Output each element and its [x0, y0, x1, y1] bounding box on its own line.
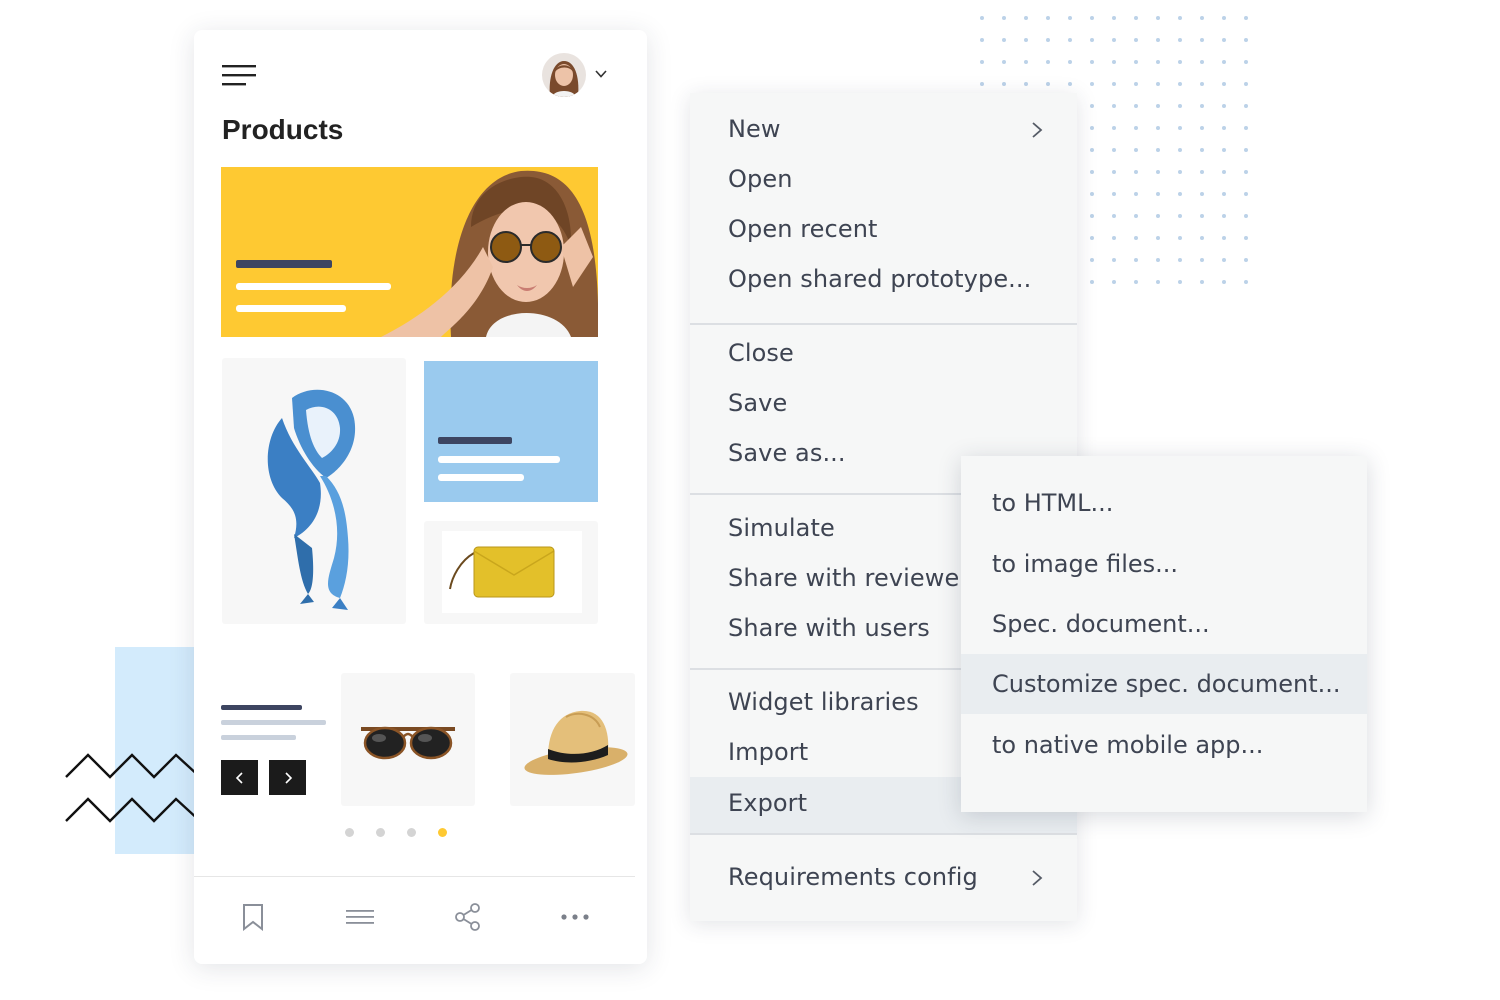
menu-item-label: Widget libraries	[728, 688, 919, 716]
user-avatar[interactable]	[542, 53, 586, 97]
chevron-left-icon	[235, 771, 243, 784]
menu-item-save[interactable]: Save	[690, 378, 1077, 428]
submenu-item-label: to image files...	[992, 550, 1179, 578]
hamburger-icon[interactable]	[222, 62, 258, 90]
promo-text-placeholder	[438, 437, 560, 481]
product-card-scarf[interactable]	[222, 358, 406, 624]
menu-item-label: Close	[728, 339, 794, 367]
hat-image	[524, 710, 628, 775]
submenu-item-to-image-files[interactable]: to image files...	[961, 534, 1367, 594]
bookmark-icon[interactable]	[238, 902, 268, 932]
carousel-next-button[interactable]	[269, 760, 306, 795]
menu-item-label: Requirements config	[728, 863, 978, 891]
submenu-item-label: Spec. document...	[992, 610, 1210, 638]
export-submenu: to HTML... to image files... Spec. docum…	[961, 456, 1367, 812]
menu-item-label: Save	[728, 389, 788, 417]
menu-item-label: Share with users	[728, 614, 930, 642]
menu-item-open-shared-prototype[interactable]: Open shared prototype...	[690, 254, 1077, 304]
carousel-prev-button[interactable]	[221, 760, 258, 795]
menu-item-open[interactable]: Open	[690, 154, 1077, 204]
scarf-image	[267, 389, 356, 610]
menu-divider	[690, 833, 1077, 835]
carousel-dot-3[interactable]	[407, 828, 416, 837]
menu-item-label: Open shared prototype...	[728, 265, 1032, 293]
chevron-right-icon	[1032, 122, 1043, 138]
clutch-bag-image	[449, 546, 555, 598]
submenu-item-label: to HTML...	[992, 489, 1114, 517]
menu-item-label: Import	[728, 738, 809, 766]
carousel-dot-4[interactable]	[438, 828, 447, 837]
carousel-text-placeholder	[221, 702, 331, 742]
menu-item-label: Open recent	[728, 215, 878, 243]
carousel-dot-2[interactable]	[376, 828, 385, 837]
chevron-right-icon	[284, 771, 292, 784]
zigzag-decoration	[65, 753, 201, 823]
bottom-nav-divider	[194, 876, 635, 877]
menu-item-label: Open	[728, 165, 793, 193]
submenu-item-label: to native mobile app...	[992, 731, 1264, 759]
carousel-dot-1[interactable]	[345, 828, 354, 837]
sunglasses-image	[361, 726, 455, 760]
menu-item-label: New	[728, 115, 781, 143]
hero-model-image	[236, 170, 598, 337]
submenu-item-customize-spec-document[interactable]: Customize spec. document...	[961, 654, 1367, 714]
menu-item-requirements-config[interactable]: Requirements config	[690, 852, 1077, 902]
menu-item-label: Share with reviewers	[728, 564, 982, 592]
submenu-item-label: Customize spec. document...	[992, 670, 1341, 698]
submenu-item-to-html[interactable]: to HTML...	[961, 473, 1367, 533]
hero-banner[interactable]	[221, 167, 598, 337]
menu-item-label: Export	[728, 789, 808, 817]
product-card-sunglasses[interactable]	[341, 673, 475, 806]
chevron-down-icon[interactable]	[594, 67, 608, 81]
submenu-item-spec-document[interactable]: Spec. document...	[961, 594, 1367, 654]
page-title: Products	[222, 114, 344, 145]
menu-item-open-recent[interactable]: Open recent	[690, 204, 1077, 254]
product-card-hat[interactable]	[510, 673, 635, 806]
menu-item-new[interactable]: New	[690, 104, 1077, 154]
user-menu[interactable]	[542, 53, 614, 99]
menu-item-close[interactable]: Close	[690, 328, 1077, 378]
share-icon[interactable]	[453, 902, 483, 932]
more-horizontal-icon[interactable]	[560, 902, 590, 932]
chevron-right-icon	[1032, 870, 1043, 886]
menu-item-label: Simulate	[728, 514, 835, 542]
menu-item-label: Save as...	[728, 439, 846, 467]
menu-divider	[690, 323, 1077, 325]
list-icon[interactable]	[345, 902, 375, 932]
promo-card[interactable]	[424, 361, 598, 502]
submenu-item-to-native-mobile-app[interactable]: to native mobile app...	[961, 715, 1367, 775]
product-card-clutch[interactable]	[424, 521, 598, 624]
mobile-app-mockup: Products	[194, 30, 647, 964]
